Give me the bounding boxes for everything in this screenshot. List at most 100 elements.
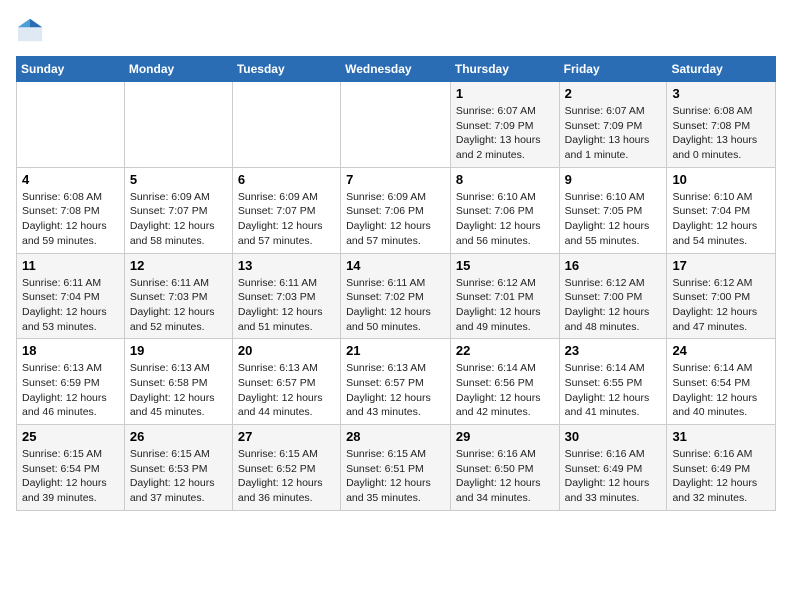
week-row-1: 1 Sunrise: 6:07 AMSunset: 7:09 PMDaylight… bbox=[17, 82, 776, 168]
calendar-table: SundayMondayTuesdayWednesdayThursdayFrid… bbox=[16, 56, 776, 511]
week-row-3: 11Sunrise: 6:11 AMSunset: 7:04 PMDayligh… bbox=[17, 253, 776, 339]
day-number: 24 bbox=[672, 343, 770, 358]
day-number: 16 bbox=[565, 258, 662, 273]
day-info: Sunrise: 6:08 AMSunset: 7:08 PMDaylight:… bbox=[672, 104, 770, 163]
calendar-cell: 8 Sunrise: 6:10 AMSunset: 7:06 PMDaylight… bbox=[450, 167, 559, 253]
calendar-cell bbox=[17, 82, 125, 168]
day-number: 29 bbox=[456, 429, 554, 444]
day-info: Sunrise: 6:16 AMSunset: 6:50 PMDaylight:… bbox=[456, 447, 554, 506]
day-info: Sunrise: 6:07 AMSunset: 7:09 PMDaylight:… bbox=[456, 104, 554, 163]
day-number: 15 bbox=[456, 258, 554, 273]
day-info: Sunrise: 6:13 AMSunset: 6:57 PMDaylight:… bbox=[346, 361, 445, 420]
day-number: 21 bbox=[346, 343, 445, 358]
day-info: Sunrise: 6:13 AMSunset: 6:58 PMDaylight:… bbox=[130, 361, 227, 420]
day-info: Sunrise: 6:09 AMSunset: 7:06 PMDaylight:… bbox=[346, 190, 445, 249]
day-info: Sunrise: 6:08 AMSunset: 7:08 PMDaylight:… bbox=[22, 190, 119, 249]
day-info: Sunrise: 6:07 AMSunset: 7:09 PMDaylight:… bbox=[565, 104, 662, 163]
day-number: 20 bbox=[238, 343, 335, 358]
day-number: 10 bbox=[672, 172, 770, 187]
day-number: 7 bbox=[346, 172, 445, 187]
day-info: Sunrise: 6:12 AMSunset: 7:00 PMDaylight:… bbox=[672, 276, 770, 335]
calendar-cell: 6 Sunrise: 6:09 AMSunset: 7:07 PMDaylight… bbox=[232, 167, 340, 253]
calendar-cell: 18 Sunrise: 6:13 AMSunset: 6:59 PMDayligh… bbox=[17, 339, 125, 425]
day-number: 25 bbox=[22, 429, 119, 444]
calendar-cell: 5 Sunrise: 6:09 AMSunset: 7:07 PMDaylight… bbox=[124, 167, 232, 253]
day-number: 1 bbox=[456, 86, 554, 101]
calendar-cell: 28 Sunrise: 6:15 AMSunset: 6:51 PMDayligh… bbox=[341, 425, 451, 511]
day-header-saturday: Saturday bbox=[667, 57, 776, 82]
day-number: 30 bbox=[565, 429, 662, 444]
calendar-cell: 11Sunrise: 6:11 AMSunset: 7:04 PMDayligh… bbox=[17, 253, 125, 339]
calendar-cell: 21 Sunrise: 6:13 AMSunset: 6:57 PMDayligh… bbox=[341, 339, 451, 425]
day-info: Sunrise: 6:11 AMSunset: 7:02 PMDaylight:… bbox=[346, 276, 445, 335]
day-info: Sunrise: 6:15 AMSunset: 6:51 PMDaylight:… bbox=[346, 447, 445, 506]
day-info: Sunrise: 6:14 AMSunset: 6:55 PMDaylight:… bbox=[565, 361, 662, 420]
calendar-cell bbox=[341, 82, 451, 168]
day-number: 8 bbox=[456, 172, 554, 187]
day-info: Sunrise: 6:16 AMSunset: 6:49 PMDaylight:… bbox=[565, 447, 662, 506]
calendar-cell: 29 Sunrise: 6:16 AMSunset: 6:50 PMDayligh… bbox=[450, 425, 559, 511]
week-row-2: 4 Sunrise: 6:08 AMSunset: 7:08 PMDaylight… bbox=[17, 167, 776, 253]
day-header-sunday: Sunday bbox=[17, 57, 125, 82]
day-info: Sunrise: 6:14 AMSunset: 6:56 PMDaylight:… bbox=[456, 361, 554, 420]
day-info: Sunrise: 6:15 AMSunset: 6:52 PMDaylight:… bbox=[238, 447, 335, 506]
calendar-cell: 1 Sunrise: 6:07 AMSunset: 7:09 PMDaylight… bbox=[450, 82, 559, 168]
day-header-tuesday: Tuesday bbox=[232, 57, 340, 82]
day-number: 28 bbox=[346, 429, 445, 444]
day-number: 3 bbox=[672, 86, 770, 101]
calendar-cell: 12Sunrise: 6:11 AMSunset: 7:03 PMDayligh… bbox=[124, 253, 232, 339]
calendar-cell: 2 Sunrise: 6:07 AMSunset: 7:09 PMDaylight… bbox=[559, 82, 667, 168]
day-header-thursday: Thursday bbox=[450, 57, 559, 82]
calendar-header bbox=[16, 16, 776, 44]
calendar-cell: 20Sunrise: 6:13 AMSunset: 6:57 PMDayligh… bbox=[232, 339, 340, 425]
day-info: Sunrise: 6:09 AMSunset: 7:07 PMDaylight:… bbox=[130, 190, 227, 249]
calendar-cell: 10 Sunrise: 6:10 AMSunset: 7:04 PMDayligh… bbox=[667, 167, 776, 253]
calendar-cell: 31Sunrise: 6:16 AMSunset: 6:49 PMDayligh… bbox=[667, 425, 776, 511]
logo-icon bbox=[16, 16, 44, 44]
day-info: Sunrise: 6:12 AMSunset: 7:00 PMDaylight:… bbox=[565, 276, 662, 335]
day-number: 5 bbox=[130, 172, 227, 187]
day-number: 22 bbox=[456, 343, 554, 358]
day-number: 23 bbox=[565, 343, 662, 358]
calendar-cell: 13 Sunrise: 6:11 AMSunset: 7:03 PMDayligh… bbox=[232, 253, 340, 339]
day-number: 19 bbox=[130, 343, 227, 358]
day-info: Sunrise: 6:15 AMSunset: 6:54 PMDaylight:… bbox=[22, 447, 119, 506]
day-number: 14 bbox=[346, 258, 445, 273]
logo bbox=[16, 16, 48, 44]
day-number: 18 bbox=[22, 343, 119, 358]
calendar-cell: 23 Sunrise: 6:14 AMSunset: 6:55 PMDayligh… bbox=[559, 339, 667, 425]
day-info: Sunrise: 6:10 AMSunset: 7:05 PMDaylight:… bbox=[565, 190, 662, 249]
day-info: Sunrise: 6:16 AMSunset: 6:49 PMDaylight:… bbox=[672, 447, 770, 506]
day-info: Sunrise: 6:10 AMSunset: 7:06 PMDaylight:… bbox=[456, 190, 554, 249]
day-info: Sunrise: 6:11 AMSunset: 7:03 PMDaylight:… bbox=[238, 276, 335, 335]
week-row-4: 18 Sunrise: 6:13 AMSunset: 6:59 PMDayligh… bbox=[17, 339, 776, 425]
calendar-cell: 16 Sunrise: 6:12 AMSunset: 7:00 PMDayligh… bbox=[559, 253, 667, 339]
day-header-friday: Friday bbox=[559, 57, 667, 82]
day-number: 26 bbox=[130, 429, 227, 444]
calendar-cell: 17 Sunrise: 6:12 AMSunset: 7:00 PMDayligh… bbox=[667, 253, 776, 339]
day-number: 17 bbox=[672, 258, 770, 273]
day-info: Sunrise: 6:14 AMSunset: 6:54 PMDaylight:… bbox=[672, 361, 770, 420]
day-number: 27 bbox=[238, 429, 335, 444]
day-number: 13 bbox=[238, 258, 335, 273]
day-number: 2 bbox=[565, 86, 662, 101]
day-info: Sunrise: 6:15 AMSunset: 6:53 PMDaylight:… bbox=[130, 447, 227, 506]
day-info: Sunrise: 6:09 AMSunset: 7:07 PMDaylight:… bbox=[238, 190, 335, 249]
calendar-cell: 3 Sunrise: 6:08 AMSunset: 7:08 PMDaylight… bbox=[667, 82, 776, 168]
calendar-cell: 24 Sunrise: 6:14 AMSunset: 6:54 PMDayligh… bbox=[667, 339, 776, 425]
calendar-cell: 27 Sunrise: 6:15 AMSunset: 6:52 PMDayligh… bbox=[232, 425, 340, 511]
calendar-cell: 14 Sunrise: 6:11 AMSunset: 7:02 PMDayligh… bbox=[341, 253, 451, 339]
calendar-cell: 25 Sunrise: 6:15 AMSunset: 6:54 PMDayligh… bbox=[17, 425, 125, 511]
day-number: 6 bbox=[238, 172, 335, 187]
calendar-cell bbox=[232, 82, 340, 168]
calendar-cell: 7 Sunrise: 6:09 AMSunset: 7:06 PMDaylight… bbox=[341, 167, 451, 253]
day-header-wednesday: Wednesday bbox=[341, 57, 451, 82]
day-info: Sunrise: 6:13 AMSunset: 6:59 PMDaylight:… bbox=[22, 361, 119, 420]
day-header-monday: Monday bbox=[124, 57, 232, 82]
day-info: Sunrise: 6:10 AMSunset: 7:04 PMDaylight:… bbox=[672, 190, 770, 249]
calendar-cell: 15 Sunrise: 6:12 AMSunset: 7:01 PMDayligh… bbox=[450, 253, 559, 339]
day-info: Sunrise: 6:11 AMSunset: 7:04 PMDaylight:… bbox=[22, 276, 119, 335]
calendar-cell: 26 Sunrise: 6:15 AMSunset: 6:53 PMDayligh… bbox=[124, 425, 232, 511]
day-info: Sunrise: 6:12 AMSunset: 7:01 PMDaylight:… bbox=[456, 276, 554, 335]
day-number: 4 bbox=[22, 172, 119, 187]
